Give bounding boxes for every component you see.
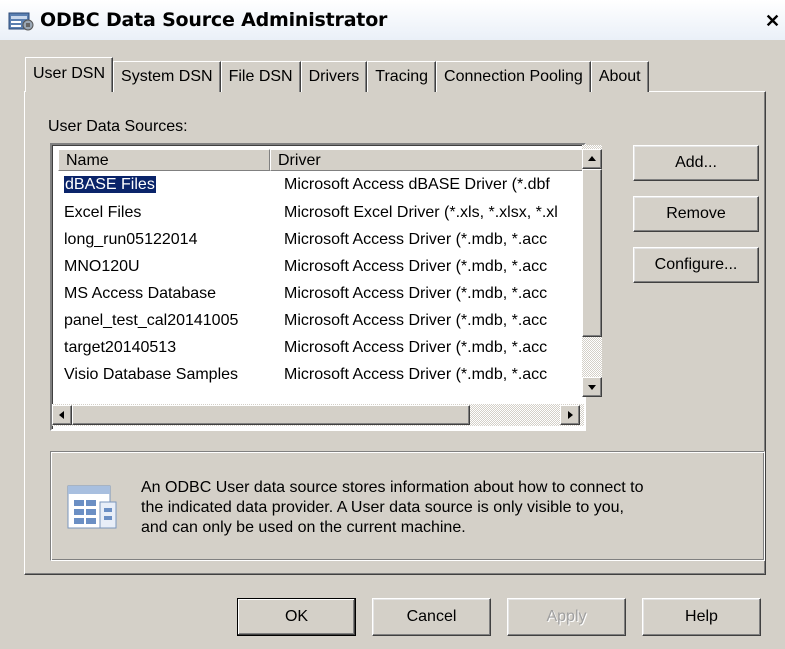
tab-about[interactable]: About <box>590 61 649 92</box>
list-item[interactable]: MNO120U Microsoft Access Driver (*.mdb, … <box>58 254 578 279</box>
list-item[interactable]: target20140513 Microsoft Access Driver (… <box>58 335 578 360</box>
column-header-driver[interactable]: Driver <box>270 149 584 171</box>
arrow-left-icon <box>59 411 64 419</box>
info-text: An ODBC User data source stores informat… <box>141 479 644 536</box>
tab-drivers[interactable]: Drivers <box>300 61 368 92</box>
tab-file-dsn[interactable]: File DSN <box>220 61 301 92</box>
close-icon[interactable]: ✕ <box>760 10 785 32</box>
list-item-name: Excel Files <box>64 204 142 221</box>
window-title: ODBC Data Source Administrator <box>40 9 388 31</box>
tab-system-dsn[interactable]: System DSN <box>113 61 221 92</box>
title-bar[interactable]: ODBC Data Source Administrator ✕ <box>0 0 785 40</box>
arrow-down-icon <box>588 385 596 390</box>
list-item[interactable]: long_run05122014 Microsoft Access Driver… <box>58 227 578 252</box>
add-button[interactable]: Add... <box>633 145 759 181</box>
list-item-driver: Microsoft Access Driver (*.mdb, *.acc <box>284 339 548 356</box>
apply-button[interactable]: Apply <box>507 598 626 636</box>
list-item-name: panel_test_cal20141005 <box>64 312 239 329</box>
ok-button[interactable]: OK <box>237 598 356 636</box>
configure-button[interactable]: Configure... <box>633 247 759 283</box>
list-item-name: MS Access Database <box>64 285 217 302</box>
column-header-name[interactable]: Name <box>58 149 270 171</box>
horizontal-scrollbar[interactable] <box>52 404 584 426</box>
remove-button[interactable]: Remove <box>633 196 759 232</box>
list-item-name: dBASE Files <box>64 175 157 194</box>
vertical-scroll-thumb[interactable] <box>582 169 602 337</box>
list-item[interactable]: panel_test_cal20141005 Microsoft Access … <box>58 308 578 333</box>
horizontal-scroll-thumb[interactable] <box>72 405 470 425</box>
list-item-driver: Microsoft Access Driver (*.mdb, *.acc <box>284 231 548 248</box>
list-item[interactable]: MS Access Database Microsoft Access Driv… <box>58 281 578 306</box>
list-item[interactable]: dBASE Files Microsoft Access dBASE Drive… <box>58 172 578 197</box>
list-item-name: target20140513 <box>64 339 177 356</box>
tab-tracing[interactable]: Tracing <box>367 61 437 92</box>
tab-connection-pooling[interactable]: Connection Pooling <box>436 61 591 92</box>
arrow-right-icon <box>568 411 573 419</box>
scroll-right-button[interactable] <box>560 405 580 425</box>
list-item-name: MNO120U <box>64 258 140 275</box>
data-source-icon <box>67 485 117 529</box>
help-button[interactable]: Help <box>642 598 761 636</box>
data-sources-list[interactable]: Name Driver dBASE Files Microsoft Access… <box>50 143 586 431</box>
list-item-driver: Microsoft Access Driver (*.mdb, *.acc <box>284 285 548 302</box>
tab-strip: User DSN System DSN File DSN Drivers Tra… <box>25 57 649 93</box>
scroll-left-button[interactable] <box>52 405 72 425</box>
odbc-window: ODBC Data Source Administrator ✕ User DS… <box>0 0 785 649</box>
list-item-driver: Microsoft Access Driver (*.mdb, *.acc <box>284 258 548 275</box>
list-item-driver: Microsoft Access dBASE Driver (*.dbf <box>284 176 550 193</box>
tab-user-dsn[interactable]: User DSN <box>25 57 114 92</box>
user-data-sources-label: User Data Sources: <box>48 118 188 135</box>
list-item[interactable]: Visio Database Samples Microsoft Access … <box>58 362 578 387</box>
list-item-driver: Microsoft Excel Driver (*.xls, *.xlsx, *… <box>284 204 558 221</box>
cancel-button[interactable]: Cancel <box>372 598 491 636</box>
list-item-name: Visio Database Samples <box>64 366 239 383</box>
list-item-driver: Microsoft Access Driver (*.mdb, *.acc <box>284 312 548 329</box>
list-item-name: long_run05122014 <box>64 231 198 248</box>
odbc-app-icon <box>8 12 34 31</box>
scroll-up-button[interactable] <box>582 149 602 169</box>
list-item-driver: Microsoft Access Driver (*.mdb, *.acc <box>284 366 548 383</box>
vertical-scrollbar[interactable] <box>582 145 602 397</box>
list-item[interactable]: Excel Files Microsoft Excel Driver (*.xl… <box>58 200 578 225</box>
scroll-down-button[interactable] <box>582 377 602 397</box>
arrow-up-icon <box>588 156 596 161</box>
